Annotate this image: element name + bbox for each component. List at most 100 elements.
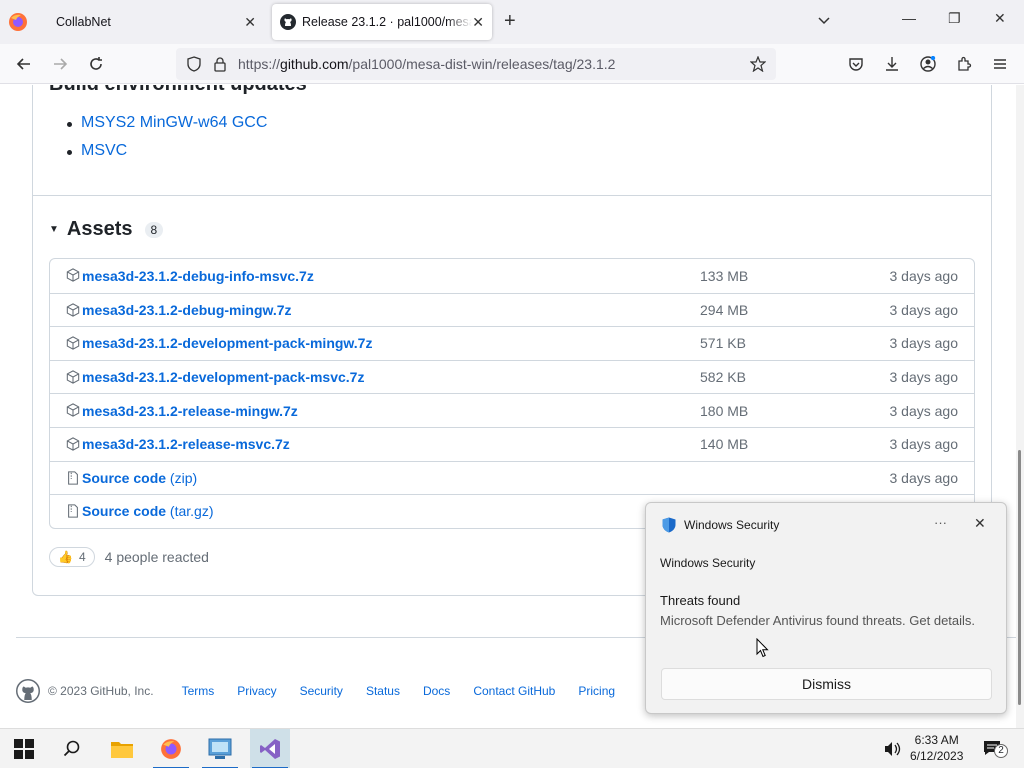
package-icon: [66, 336, 80, 350]
reactions: 👍 4 4 people reacted: [49, 547, 209, 567]
asset-link[interactable]: mesa3d-23.1.2-debug-info-msvc.7z: [82, 268, 314, 284]
section-heading: Build environment updates: [49, 85, 307, 96]
source-zip-link[interactable]: Source code (zip): [82, 470, 197, 486]
url-text[interactable]: https://github.com/pal1000/mesa-dist-win…: [238, 56, 615, 72]
thumbs-up-reaction-button[interactable]: 👍 4: [49, 547, 95, 567]
copyright: © 2023 GitHub, Inc.: [48, 684, 154, 698]
tab-title: Release 23.1.2 · pal1000/mesa-dist-win: [302, 15, 472, 29]
toast-body: Microsoft Defender Antivirus found threa…: [660, 613, 976, 628]
forward-icon[interactable]: [52, 56, 68, 72]
table-row: mesa3d-23.1.2-release-mingw.7z 180 MB 3 …: [50, 393, 974, 427]
asset-link[interactable]: mesa3d-23.1.2-release-msvc.7z: [82, 436, 290, 452]
github-logo-icon[interactable]: [16, 679, 40, 703]
asset-date: 3 days ago: [889, 402, 959, 419]
package-icon: [66, 268, 80, 282]
scrollbar[interactable]: [1016, 85, 1024, 728]
folder-icon: [111, 742, 133, 758]
firefox-icon[interactable]: [8, 12, 28, 32]
lock-icon[interactable]: [212, 56, 228, 72]
table-row: Source code (zip) 3 days ago: [50, 460, 974, 495]
package-icon: [66, 302, 80, 317]
asset-size: 180 MB: [700, 402, 749, 419]
new-tab-icon[interactable]: +: [504, 10, 516, 33]
visual-studio-installer-button[interactable]: [250, 729, 290, 768]
footer-link-docs[interactable]: Docs: [423, 684, 450, 698]
close-window-icon[interactable]: ✕: [994, 10, 1006, 27]
divider: [33, 195, 991, 196]
reaction-count: 4: [78, 550, 86, 564]
back-icon[interactable]: [16, 56, 32, 72]
list-item-msys2[interactable]: MSYS2 MinGW-w64 GCC: [67, 114, 267, 132]
bookmark-star-icon[interactable]: [750, 56, 766, 72]
source-targz-link[interactable]: Source code (tar.gz): [82, 503, 214, 519]
extensions-icon[interactable]: [956, 56, 972, 72]
asset-link[interactable]: mesa3d-23.1.2-development-pack-msvc.7z: [82, 369, 364, 385]
file-explorer-button[interactable]: [102, 729, 142, 768]
footer-link-terms[interactable]: Terms: [182, 684, 215, 698]
assets-header[interactable]: ▼ Assets 8: [49, 218, 164, 241]
search-icon: [63, 740, 80, 757]
start-button[interactable]: [4, 729, 44, 768]
toast-heading: Threats found: [660, 593, 741, 608]
close-tab-icon[interactable]: ✕: [472, 14, 484, 31]
scrollbar-thumb[interactable]: [1018, 450, 1021, 705]
footer-link-contact[interactable]: Contact GitHub: [473, 684, 555, 698]
asset-date: 3 days ago: [889, 267, 959, 284]
close-tab-icon[interactable]: ✕: [244, 14, 256, 31]
security-notification[interactable]: Windows Security ··· ✕ Windows Security …: [645, 502, 1007, 714]
url-host: github.com: [280, 56, 349, 72]
navigation-bar: https://github.com/pal1000/mesa-dist-win…: [0, 44, 1024, 84]
asset-link[interactable]: mesa3d-23.1.2-development-pack-mingw.7z: [82, 335, 372, 351]
asset-date: 3 days ago: [889, 335, 959, 352]
reload-icon[interactable]: [88, 56, 104, 72]
asset-size: 582 KB: [700, 369, 746, 386]
asset-size: 571 KB: [700, 335, 746, 352]
asset-date: 3 days ago: [889, 469, 959, 486]
pocket-icon[interactable]: [848, 56, 864, 72]
file-zip-icon: [68, 470, 78, 485]
asset-link[interactable]: mesa3d-23.1.2-debug-mingw.7z: [82, 302, 292, 318]
footer-link-security[interactable]: Security: [300, 684, 343, 698]
close-icon[interactable]: ✕: [974, 515, 986, 532]
assets-count: 8: [144, 221, 164, 238]
volume-icon[interactable]: [884, 741, 902, 757]
footer-link-status[interactable]: Status: [366, 684, 400, 698]
menu-icon[interactable]: [992, 56, 1008, 72]
source-ext: (tar.gz): [169, 503, 214, 520]
asset-size: 294 MB: [700, 301, 749, 318]
url-bar[interactable]: https://github.com/pal1000/mesa-dist-win…: [176, 48, 776, 80]
thumbs-up-icon: 👍: [58, 550, 73, 564]
asset-date: 3 days ago: [889, 436, 959, 453]
list-item-msvc[interactable]: MSVC: [67, 142, 267, 160]
asset-date: 3 days ago: [889, 369, 959, 386]
chevron-down-icon[interactable]: [816, 12, 832, 28]
asset-link[interactable]: mesa3d-23.1.2-release-mingw.7z: [82, 403, 298, 419]
clock-time: 6:33 AM: [914, 733, 959, 747]
taskbar: 6:33 AM 6/12/2023 2: [0, 728, 1024, 768]
firefox-taskbar-button[interactable]: [151, 729, 191, 768]
firefox-icon: [161, 739, 181, 759]
package-icon: [66, 403, 80, 418]
shield-icon[interactable]: [186, 56, 202, 72]
search-button[interactable]: [52, 729, 92, 768]
github-tab-icon: [280, 14, 296, 30]
downloads-icon[interactable]: [884, 56, 900, 72]
package-icon: [66, 370, 80, 384]
tab-collabnet[interactable]: CollabNet ✕: [44, 4, 266, 40]
minimize-icon[interactable]: —: [902, 10, 916, 26]
clock[interactable]: 6:33 AM 6/12/2023: [910, 732, 963, 764]
footer-link-pricing[interactable]: Pricing: [578, 684, 615, 698]
account-icon[interactable]: [920, 56, 936, 72]
tab-release[interactable]: Release 23.1.2 · pal1000/mesa-dist-win ✕: [272, 4, 492, 40]
asset-date: 3 days ago: [889, 301, 959, 318]
notification-count-badge: 2: [994, 744, 1008, 758]
mouse-cursor-icon: [756, 638, 769, 658]
footer-link-privacy[interactable]: Privacy: [237, 684, 276, 698]
table-row: mesa3d-23.1.2-development-pack-msvc.7z 5…: [50, 359, 974, 394]
restore-icon[interactable]: ❐: [948, 10, 961, 27]
more-options-icon[interactable]: ···: [934, 515, 947, 530]
caret-down-icon[interactable]: ▼: [49, 224, 59, 235]
control-panel-button[interactable]: [200, 729, 240, 768]
dismiss-button[interactable]: Dismiss: [661, 668, 992, 700]
url-prefix: https://: [238, 56, 281, 72]
